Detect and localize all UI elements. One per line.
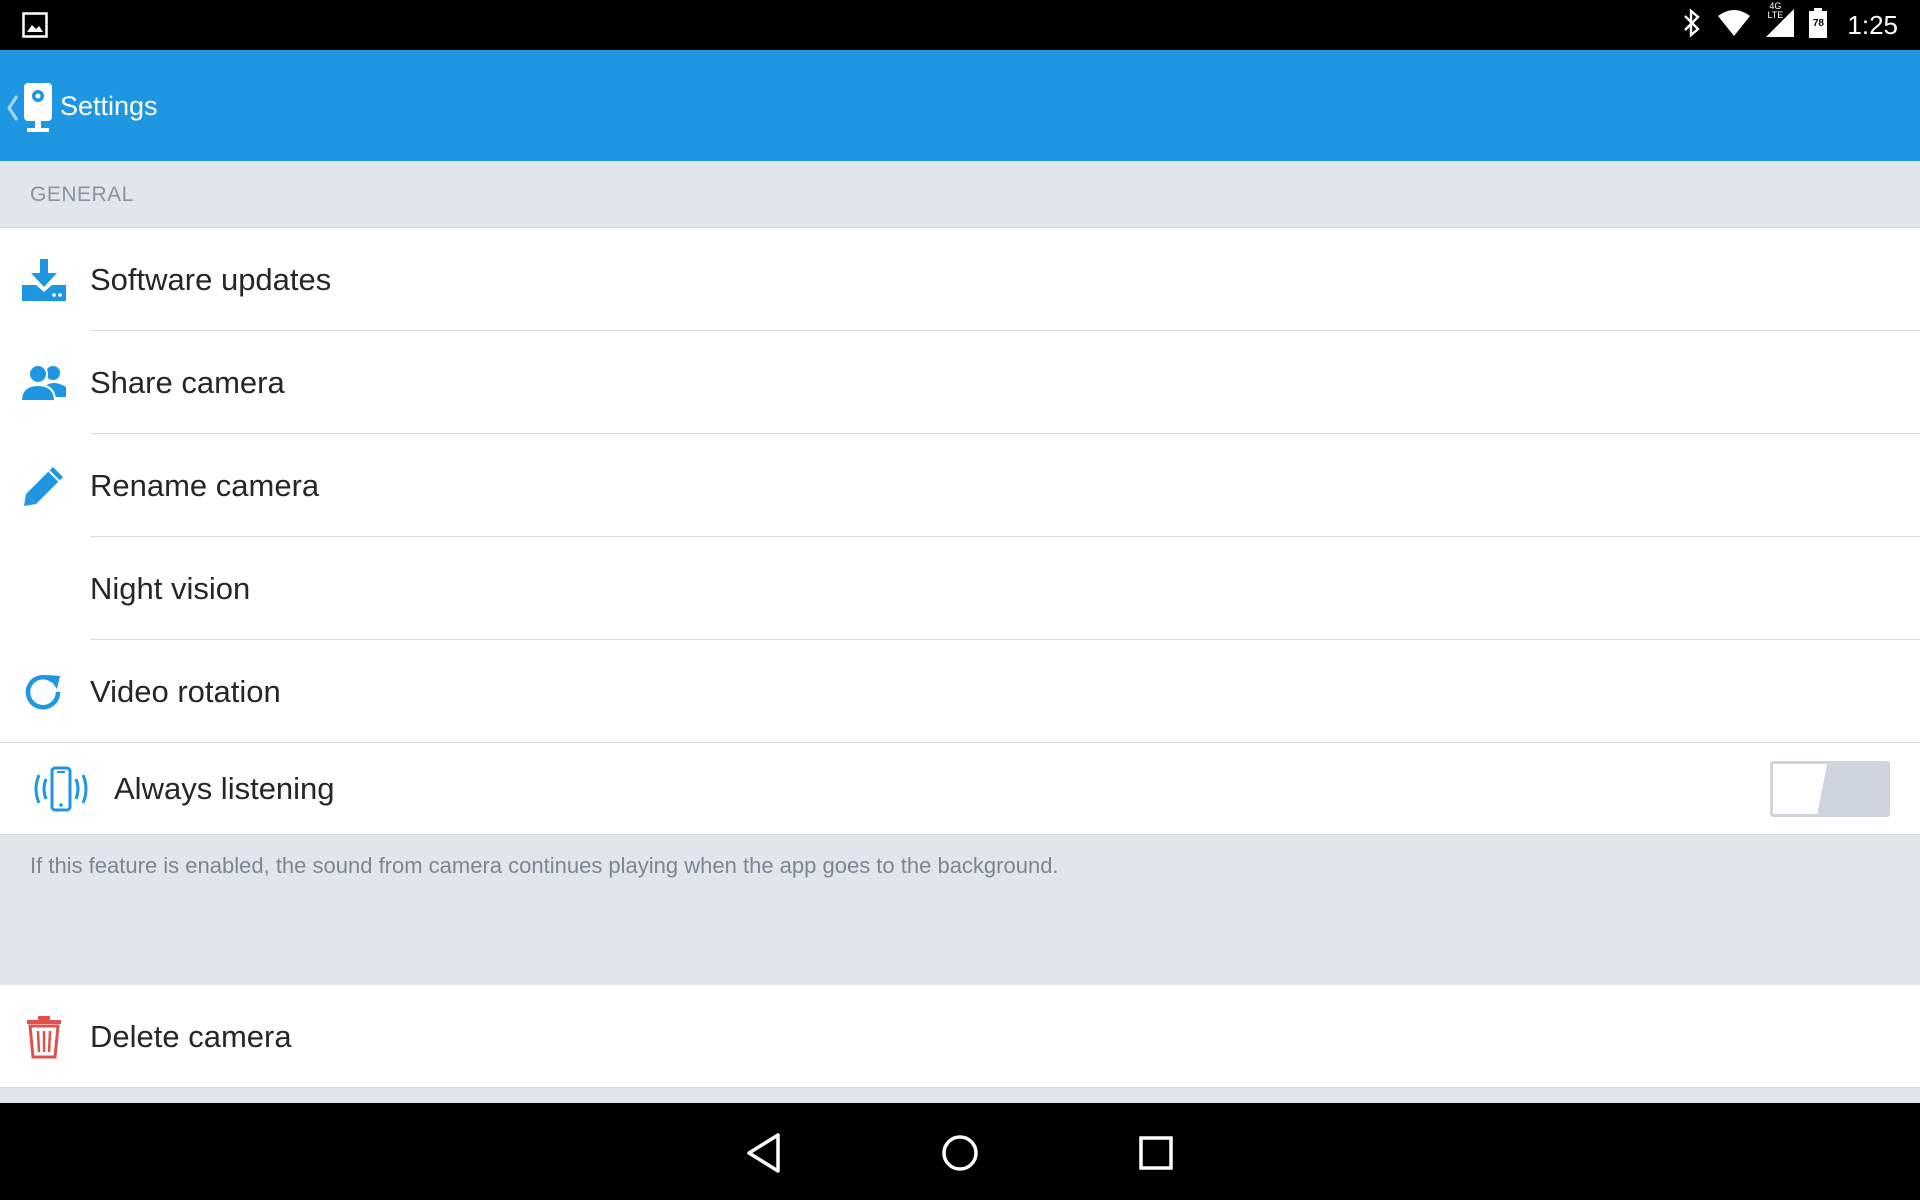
night-vision-item[interactable]: Night vision bbox=[0, 537, 1920, 640]
image-notification-icon bbox=[22, 12, 48, 38]
battery-icon: 78 bbox=[1809, 7, 1828, 43]
software-updates-item[interactable]: Software updates bbox=[0, 228, 1920, 331]
status-icons: 4G LTE 78 1:25 bbox=[1681, 1, 1898, 43]
bluetooth-icon bbox=[1681, 7, 1703, 43]
always-listening-label: Always listening bbox=[114, 771, 335, 806]
page-title: Settings bbox=[60, 91, 158, 121]
delete-camera-label: Delete camera bbox=[90, 1019, 292, 1054]
always-listening-switch[interactable] bbox=[1770, 761, 1890, 817]
download-icon bbox=[20, 256, 68, 304]
section-header-label: GENERAL bbox=[30, 183, 134, 206]
pencil-icon bbox=[20, 462, 68, 510]
app-bar: Settings bbox=[0, 50, 1920, 161]
switch-knob bbox=[1773, 764, 1827, 814]
note-text: If this feature is enabled, the sound fr… bbox=[30, 853, 1059, 878]
battery-level: 78 bbox=[1812, 17, 1824, 29]
general-settings-list: Software updates Share camera Rename cam… bbox=[0, 228, 1920, 743]
nav-recents-icon[interactable] bbox=[1132, 1129, 1180, 1177]
trash-icon bbox=[20, 1013, 68, 1061]
wifi-icon bbox=[1717, 9, 1751, 42]
rotate-icon bbox=[20, 668, 68, 716]
phone-vibrate-icon bbox=[32, 761, 90, 817]
users-icon bbox=[20, 359, 68, 407]
software-updates-label: Software updates bbox=[90, 262, 332, 297]
always-listening-item: Always listening bbox=[0, 743, 1920, 835]
camera-app-icon bbox=[22, 82, 54, 139]
night-vision-label: Night vision bbox=[90, 571, 251, 606]
rename-camera-label: Rename camera bbox=[90, 468, 320, 503]
clock: 1:25 bbox=[1847, 9, 1898, 40]
back-button[interactable] bbox=[6, 82, 64, 139]
delete-camera-item[interactable]: Delete camera bbox=[0, 985, 1920, 1088]
status-bar: 4G LTE 78 1:25 bbox=[0, 0, 1920, 50]
share-camera-item[interactable]: Share camera bbox=[0, 331, 1920, 434]
section-header-general: GENERAL bbox=[0, 161, 1920, 228]
nav-home-icon[interactable] bbox=[936, 1129, 984, 1177]
rename-camera-item[interactable]: Rename camera bbox=[0, 434, 1920, 537]
nav-back-icon[interactable] bbox=[740, 1129, 788, 1177]
network-type-label: 4G LTE bbox=[1767, 0, 1784, 20]
cell-signal-icon: 4G LTE bbox=[1765, 1, 1795, 43]
back-chevron-icon bbox=[6, 93, 20, 128]
video-rotation-label: Video rotation bbox=[90, 674, 281, 709]
moon-icon bbox=[20, 565, 68, 613]
share-camera-label: Share camera bbox=[90, 365, 285, 400]
video-rotation-item[interactable]: Video rotation bbox=[0, 640, 1920, 743]
always-listening-note: If this feature is enabled, the sound fr… bbox=[0, 835, 1920, 985]
navigation-bar bbox=[0, 1103, 1920, 1200]
